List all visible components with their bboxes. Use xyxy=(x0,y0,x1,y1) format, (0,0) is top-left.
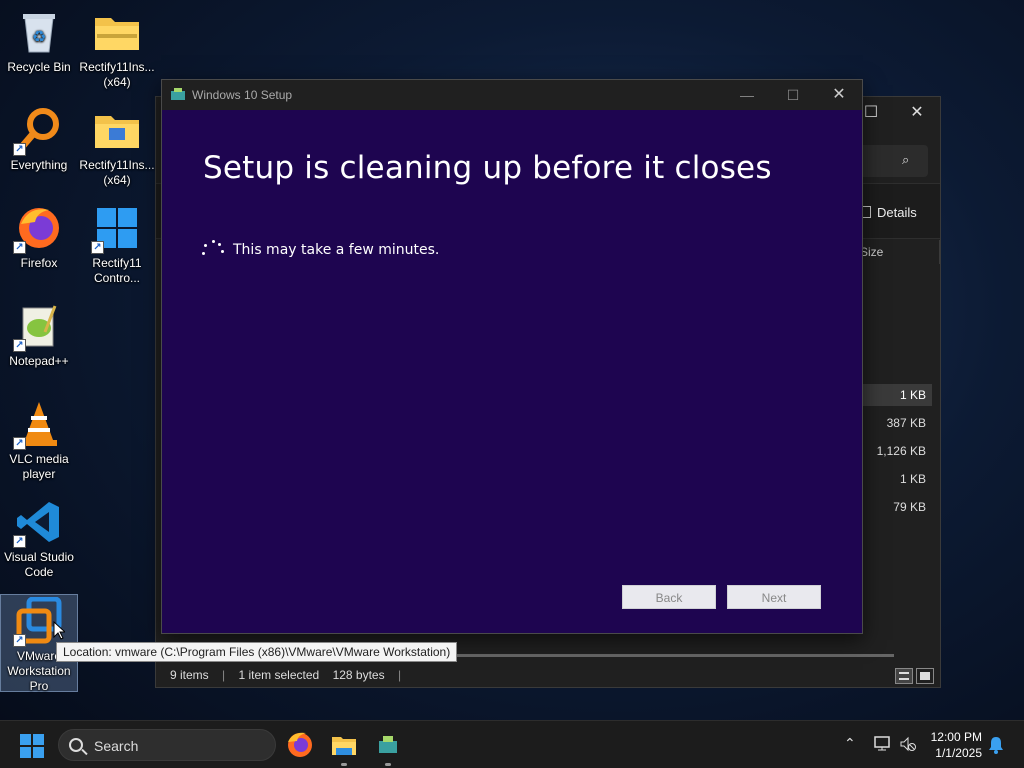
minimize-button[interactable]: — xyxy=(724,80,770,110)
taskbar: Search ⌃ 12:00 PM 1/1/2025 xyxy=(0,720,1024,768)
desktop-icon-vlc[interactable]: ↗ VLC media player xyxy=(0,400,78,482)
desktop-icon-label: Rectify11 Contro... xyxy=(92,256,142,285)
file-explorer-icon xyxy=(332,737,356,755)
shortcut-arrow-icon: ↗ xyxy=(13,437,26,450)
desktop-icon-label: VLC media player xyxy=(9,452,69,481)
next-button[interactable]: Next xyxy=(727,585,821,609)
taskbar-file-explorer-button[interactable] xyxy=(328,729,360,766)
taskbar-setup-button[interactable] xyxy=(372,729,404,766)
mouse-cursor-icon xyxy=(53,621,65,640)
setup-app-icon xyxy=(171,88,185,100)
chevron-up-icon[interactable]: ⌃ xyxy=(844,735,856,752)
close-button[interactable]: ✕ xyxy=(894,97,940,129)
desktop-icon-everything[interactable]: ↗ Everything xyxy=(0,106,78,173)
desktop-icon-rectify11-control[interactable]: ↗ Rectify11 Contro... xyxy=(78,204,156,286)
details-label: Details xyxy=(877,205,917,220)
vlc-icon: ↗ xyxy=(13,400,63,450)
shortcut-arrow-icon: ↗ xyxy=(13,634,26,647)
search-icon: ⌕ xyxy=(902,152,910,167)
details-pane-button[interactable]: Details xyxy=(862,205,917,220)
start-button[interactable] xyxy=(20,734,44,758)
dialog-titlebar[interactable]: Windows 10 Setup — ☐ ✕ xyxy=(162,80,862,110)
back-button[interactable]: Back xyxy=(622,585,716,609)
desktop-icon-rectify11-installer-folder[interactable]: Rectify11Ins... (x64) xyxy=(78,106,156,188)
desktop-icon-recycle-bin[interactable]: ♻ Recycle Bin xyxy=(0,8,78,75)
desktop-icon-rectify11-installer-zip[interactable]: Rectify11Ins... (x64) xyxy=(78,8,156,90)
details-pane-icon xyxy=(862,206,871,218)
desktop-icon-label: Recycle Bin xyxy=(7,60,71,74)
location-tooltip: Location: vmware (C:\Program Files (x86)… xyxy=(56,642,458,662)
status-divider: | xyxy=(397,668,402,682)
status-selected-count: 1 item selected xyxy=(238,668,320,682)
maximize-button[interactable]: ☐ xyxy=(770,80,816,110)
column-header-size[interactable]: Size xyxy=(856,240,940,264)
recycle-bin-icon: ♻ xyxy=(15,8,63,56)
clock-time: 12:00 PM xyxy=(930,730,982,744)
status-bar: 9 items | 1 item selected 128 bytes | xyxy=(156,663,940,688)
large-icons-view-icon xyxy=(920,672,930,680)
firefox-icon: ↗ xyxy=(13,204,63,254)
zip-folder-icon xyxy=(93,8,141,56)
column-header-label: Size xyxy=(860,245,884,259)
close-button[interactable]: ✕ xyxy=(816,80,862,110)
details-view-button[interactable] xyxy=(895,668,913,684)
taskbar-search-box[interactable]: Search xyxy=(58,729,276,761)
network-icon[interactable] xyxy=(874,736,892,752)
desktop-icon-label: Everything xyxy=(10,158,68,172)
desktop-icon-label: Rectify11Ins... (x64) xyxy=(79,158,155,187)
file-size-cell[interactable]: 387 KB xyxy=(856,412,926,434)
dialog-title: Windows 10 Setup xyxy=(192,88,293,102)
desktop-icon-label: Rectify11Ins... (x64) xyxy=(79,60,155,89)
large-icons-view-button[interactable] xyxy=(916,668,934,684)
setup-heading: Setup is cleaning up before it closes xyxy=(203,150,772,186)
desktop-icon-vscode[interactable]: ↗ Visual Studio Code xyxy=(0,498,78,580)
desktop-icon-label: Visual Studio Code xyxy=(4,550,74,579)
desktop-icon-notepadpp[interactable]: ↗ Notepad++ xyxy=(0,302,78,369)
desktop-icon-firefox[interactable]: ↗ Firefox xyxy=(0,204,78,271)
shortcut-arrow-icon: ↗ xyxy=(13,143,26,156)
shortcut-arrow-icon: ↗ xyxy=(91,241,104,254)
shortcut-arrow-icon: ↗ xyxy=(13,241,26,254)
svg-text:♻: ♻ xyxy=(32,29,46,46)
file-size-cell[interactable]: 1,126 KB xyxy=(856,440,926,462)
running-indicator xyxy=(385,763,391,766)
search-label: Search xyxy=(94,738,139,754)
desktop-icon-label: Notepad++ xyxy=(9,354,69,368)
file-size-cell[interactable]: 1 KB xyxy=(856,468,926,490)
details-view-icon xyxy=(899,672,909,680)
windows-logo-icon: ↗ xyxy=(91,204,141,254)
everything-search-icon: ↗ xyxy=(13,106,63,156)
status-selected-size: 128 bytes xyxy=(332,668,385,682)
system-clock[interactable]: 12:00 PM 1/1/2025 xyxy=(922,729,982,761)
status-divider: | xyxy=(222,668,226,682)
speaker-muted-icon[interactable] xyxy=(899,736,917,752)
status-item-count: 9 items xyxy=(170,668,209,682)
running-indicator xyxy=(341,763,347,766)
progress-spinner-icon xyxy=(202,240,224,258)
setup-message: This may take a few minutes. xyxy=(233,242,440,258)
notepadpp-icon: ↗ xyxy=(13,302,63,352)
clock-date: 1/1/2025 xyxy=(935,746,982,760)
shortcut-arrow-icon: ↗ xyxy=(13,535,26,548)
setup-app-icon xyxy=(379,736,397,753)
shortcut-arrow-icon: ↗ xyxy=(13,339,26,352)
file-size-cell[interactable]: 79 KB xyxy=(856,496,926,518)
folder-icon xyxy=(93,106,141,154)
desktop-icon-label: Firefox xyxy=(20,256,58,270)
file-size-cell[interactable]: 1 KB xyxy=(856,384,932,406)
windows-setup-dialog: Windows 10 Setup — ☐ ✕ Setup is cleaning… xyxy=(161,79,863,634)
vscode-icon: ↗ xyxy=(13,498,63,548)
firefox-icon xyxy=(288,732,312,757)
taskbar-firefox-button[interactable] xyxy=(284,729,316,761)
search-icon xyxy=(69,738,83,752)
notification-bell-icon[interactable] xyxy=(988,736,1004,754)
